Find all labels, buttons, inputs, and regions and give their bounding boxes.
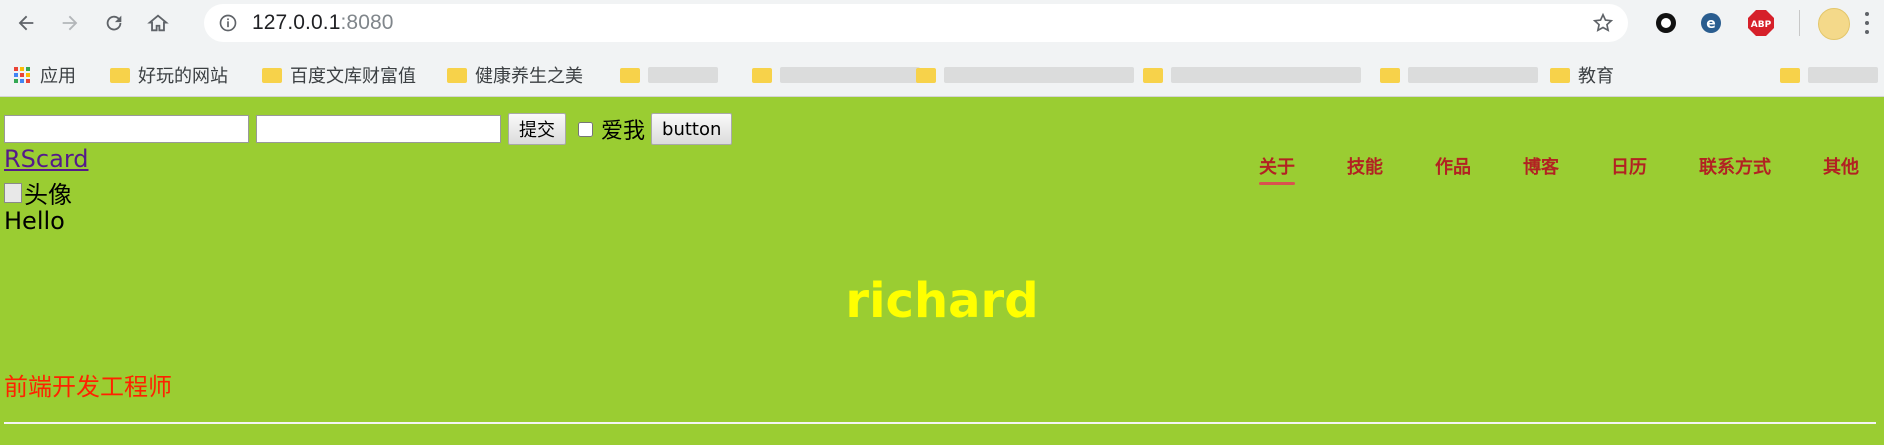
profile-avatar-icon[interactable] xyxy=(1818,8,1850,40)
blurred-label xyxy=(780,67,920,83)
reload-icon[interactable] xyxy=(96,5,132,41)
nav-item-about[interactable]: 关于 xyxy=(1259,153,1295,185)
blurred-label xyxy=(1408,67,1538,83)
text-input-1[interactable] xyxy=(4,115,249,143)
folder-icon xyxy=(1550,67,1570,83)
toolbar-separator xyxy=(1799,10,1800,36)
bookmarks-bar: 应用 好玩的网站 百度文库财富值 健康养生之美 教育 xyxy=(0,46,1884,97)
checkbox-label: 爱我 xyxy=(601,119,646,144)
bookmark-folder-3[interactable]: 健康养生之美 xyxy=(447,62,583,88)
info-icon[interactable] xyxy=(218,13,238,33)
blurred-label xyxy=(648,67,718,83)
bookmark-label: 百度文库财富值 xyxy=(290,66,416,86)
blurred-label xyxy=(1808,67,1878,83)
nav-item-works[interactable]: 作品 xyxy=(1435,153,1471,185)
submit-button[interactable]: 提交 xyxy=(508,113,566,145)
bookmark-folder-blurred[interactable] xyxy=(1143,62,1361,88)
abp-label: ABP xyxy=(1751,20,1772,30)
folder-icon xyxy=(262,67,282,83)
hello-text: Hello xyxy=(4,207,65,235)
bookmark-label: 好玩的网站 xyxy=(138,66,228,86)
bookmark-folder-blurred[interactable] xyxy=(752,62,920,88)
job-title: 前端开发工程师 xyxy=(4,373,172,401)
bookmark-apps[interactable]: 应用 xyxy=(14,62,76,88)
back-icon[interactable] xyxy=(8,5,44,41)
browser-toolbar: 127.0.0.1:8080 e ABP xyxy=(0,0,1884,46)
avatar-image: 头像 xyxy=(4,175,72,210)
brand-link[interactable]: RScard xyxy=(4,145,89,173)
page-content: 提交 爱我 button RScard 头像 Hello 关于 技能 作品 博客… xyxy=(0,97,1884,445)
blurred-label xyxy=(944,67,1134,83)
profile-name: richard xyxy=(845,273,1039,329)
bookmark-folder-blurred[interactable] xyxy=(916,62,1134,88)
bookmark-label: 教育 xyxy=(1578,66,1614,86)
avatar-alt-text: 头像 xyxy=(24,181,72,209)
bookmark-star-icon[interactable] xyxy=(1592,12,1614,34)
bookmark-label: 健康养生之美 xyxy=(475,66,583,86)
blurred-label xyxy=(1171,67,1361,83)
url-host: 127.0.0.1 xyxy=(252,11,341,34)
folder-icon xyxy=(1380,67,1400,83)
bookmark-folder-4[interactable]: 教育 xyxy=(1550,62,1614,88)
folder-icon xyxy=(752,67,772,83)
url-port: :8080 xyxy=(340,11,394,34)
forward-icon[interactable] xyxy=(52,5,88,41)
main-nav: 关于 技能 作品 博客 日历 联系方式 其他 xyxy=(1207,153,1859,185)
address-bar[interactable]: 127.0.0.1:8080 xyxy=(204,4,1628,42)
nav-item-contact[interactable]: 联系方式 xyxy=(1699,153,1771,185)
folder-icon xyxy=(1780,67,1800,83)
folder-icon xyxy=(110,67,130,83)
nav-item-skills[interactable]: 技能 xyxy=(1347,153,1383,185)
form-row: 提交 爱我 button xyxy=(4,113,733,145)
broken-image-icon xyxy=(4,182,22,203)
love-checkbox[interactable] xyxy=(578,121,593,137)
bookmark-folder-blurred[interactable] xyxy=(1380,62,1538,88)
bookmark-folder-blurred[interactable] xyxy=(1780,62,1878,88)
folder-icon xyxy=(916,67,936,83)
nav-item-blog[interactable]: 博客 xyxy=(1523,153,1559,185)
text-input-2[interactable] xyxy=(256,115,501,143)
bookmark-folder-blurred[interactable] xyxy=(620,62,718,88)
svg-text:e: e xyxy=(1706,16,1716,32)
apps-grid-icon xyxy=(14,67,30,83)
nav-item-other[interactable]: 其他 xyxy=(1823,153,1859,185)
home-icon[interactable] xyxy=(140,5,176,41)
abp-icon[interactable]: ABP xyxy=(1747,9,1775,37)
bookmark-folder-2[interactable]: 百度文库财富值 xyxy=(262,62,416,88)
generic-button[interactable]: button xyxy=(651,113,733,145)
bookmark-apps-label: 应用 xyxy=(40,66,76,86)
menu-kebab-icon[interactable] xyxy=(1864,12,1870,34)
folder-icon xyxy=(620,67,640,83)
bookmark-folder-1[interactable]: 好玩的网站 xyxy=(110,62,228,88)
e-icon[interactable]: e xyxy=(1697,9,1725,37)
folder-icon xyxy=(1143,67,1163,83)
url-text[interactable]: 127.0.0.1:8080 xyxy=(252,11,394,35)
record-icon[interactable] xyxy=(1652,9,1680,37)
nav-item-calendar[interactable]: 日历 xyxy=(1611,153,1647,185)
divider xyxy=(4,422,1876,424)
folder-icon xyxy=(447,67,467,83)
